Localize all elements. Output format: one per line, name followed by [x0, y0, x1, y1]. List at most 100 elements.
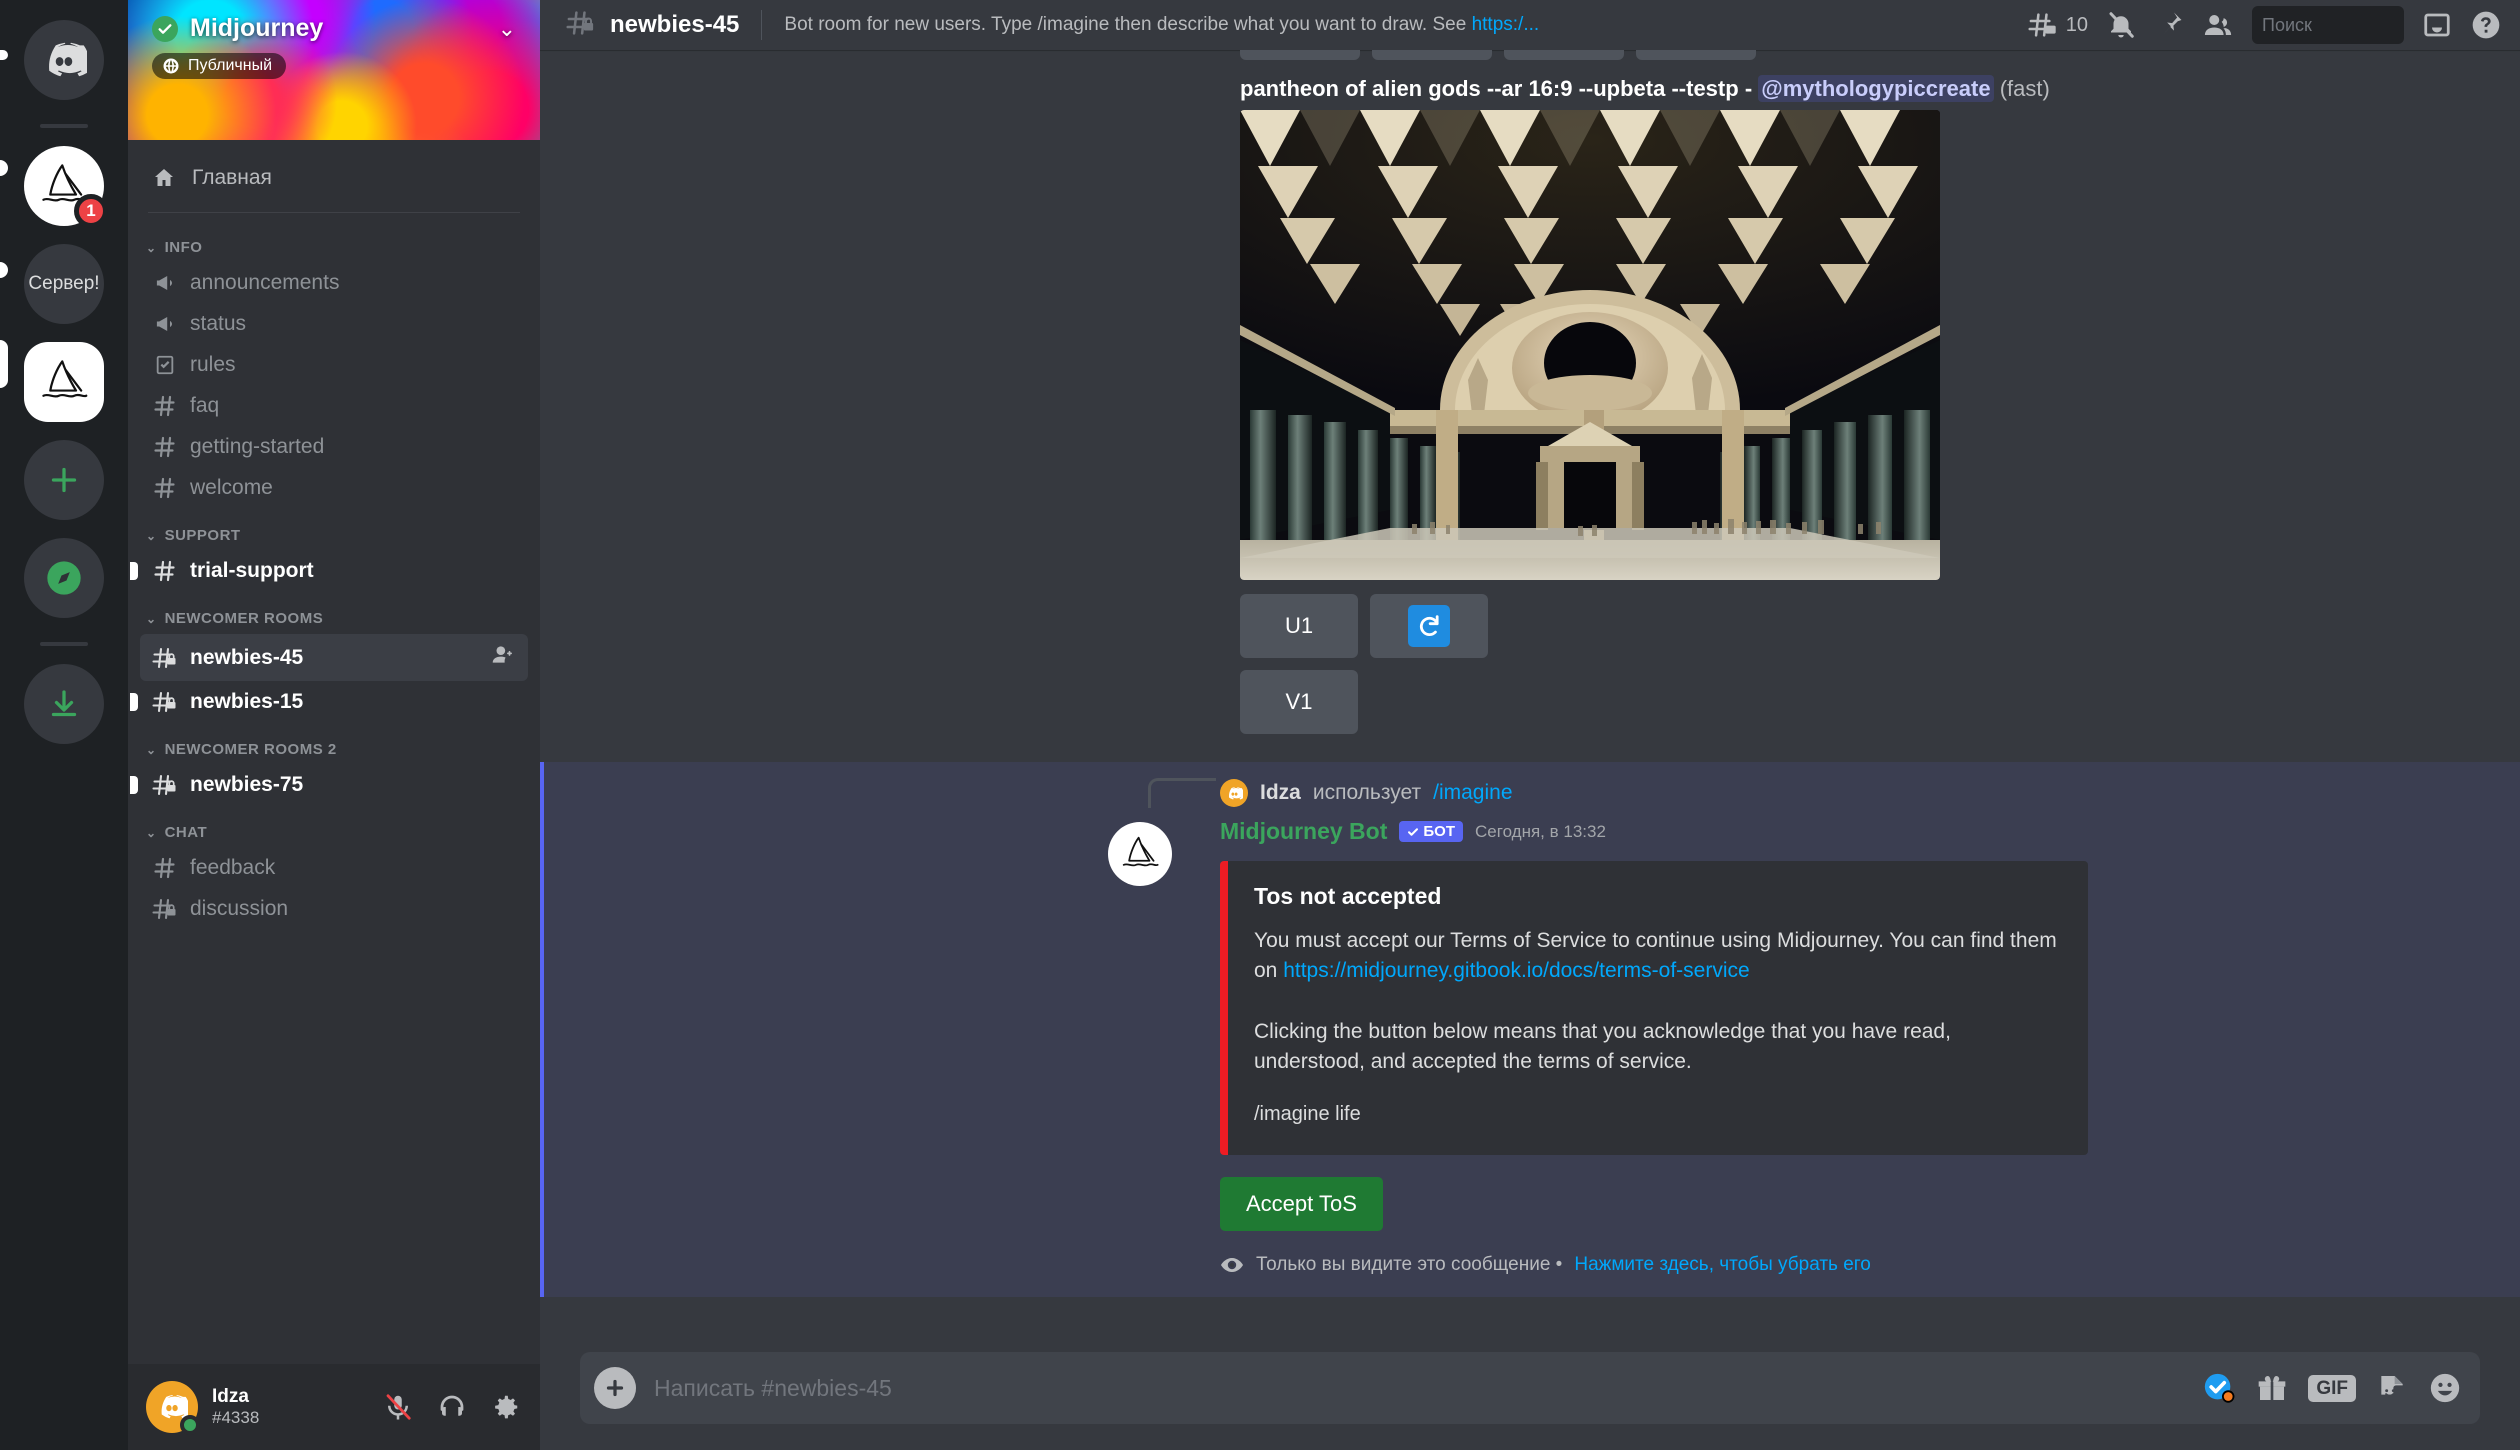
sidebar-item-getting-started[interactable]: getting-started — [140, 427, 528, 467]
sticker-icon[interactable] — [2376, 1372, 2408, 1404]
rail-item-download-apps[interactable] — [24, 664, 104, 744]
unread-indicator — [130, 693, 138, 711]
generated-image[interactable] — [1240, 110, 1940, 580]
sidebar-item-trial-support[interactable]: trial-support — [130, 551, 528, 591]
member-list-icon[interactable] — [2202, 10, 2234, 40]
generation-prompt: pantheon of alien gods --ar 16:9 --upbet… — [540, 60, 2520, 110]
composer-box[interactable]: GIF — [580, 1352, 2480, 1424]
plus-icon — [606, 1379, 624, 1397]
rail-item-explore-servers[interactable] — [24, 538, 104, 618]
rail-divider-2 — [40, 642, 88, 646]
user-identity[interactable]: Idza #4338 — [212, 1386, 259, 1427]
upscale-u1-button[interactable]: U1 — [1240, 594, 1358, 658]
dismiss-message-link[interactable]: Нажмите здесь, чтобы убрать его — [1574, 1254, 1871, 1276]
sidebar-item-feedback[interactable]: feedback — [140, 848, 528, 888]
channel-name: trial-support — [190, 559, 314, 582]
gift-icon[interactable] — [2256, 1372, 2288, 1404]
emoji-icon[interactable] — [2428, 1371, 2462, 1405]
message-list[interactable]: pantheon of alien gods --ar 16:9 --upbet… — [540, 50, 2520, 1336]
discord-logo-icon — [49, 42, 87, 77]
gif-icon[interactable]: GIF — [2308, 1374, 2356, 1402]
command-context: Idza использует /imagine — [544, 776, 2520, 810]
topic-link[interactable]: https:/... — [1472, 14, 1540, 35]
bot-name[interactable]: Midjourney Bot — [1220, 818, 1387, 845]
deafen-icon[interactable] — [430, 1385, 474, 1429]
sidebar-item-faq[interactable]: faq — [140, 386, 528, 426]
prompt-text: pantheon of alien gods --ar 16:9 --upbet… — [1240, 76, 1739, 101]
rail-pill-indicator — [0, 50, 8, 60]
public-label: Публичный — [188, 57, 273, 74]
hash-lock-icon — [152, 646, 178, 670]
threads-icon[interactable]: 10 — [2028, 11, 2088, 39]
search-field[interactable] — [2262, 14, 2494, 36]
sidebar-item-discussion[interactable]: discussion — [140, 889, 528, 929]
sidebar-item-newbies-45[interactable]: newbies-45 — [140, 634, 528, 681]
category-chat[interactable]: ⌄ CHAT — [128, 806, 540, 847]
mute-icon[interactable] — [376, 1385, 420, 1429]
category-support[interactable]: ⌄ SUPPORT — [128, 509, 540, 550]
server-header[interactable]: Midjourney ⌄ — [128, 0, 540, 43]
avatar[interactable] — [146, 1381, 200, 1435]
category-newcomer-rooms-2[interactable]: ⌄ NEWCOMER ROOMS 2 — [128, 723, 540, 764]
inbox-icon[interactable] — [2422, 10, 2452, 40]
avatar — [1220, 779, 1248, 807]
chevron-down-icon[interactable]: ⌄ — [498, 16, 516, 42]
help-icon[interactable] — [2470, 9, 2502, 41]
button-row-2: V1 — [1240, 670, 2520, 734]
sticker-icon — [2381, 1376, 2403, 1397]
hash-lock-icon — [566, 9, 596, 42]
search-input[interactable] — [2252, 6, 2494, 44]
settings-icon[interactable] — [484, 1385, 528, 1429]
add-member-icon[interactable] — [490, 642, 516, 673]
topic-text: Bot room for new users. Type /imagine th… — [784, 14, 1472, 35]
sidebar-home-label: Главная — [192, 166, 272, 189]
attach-button[interactable] — [594, 1367, 636, 1409]
reroll-button[interactable] — [1370, 594, 1488, 658]
chevron-down-icon: ⌄ — [146, 240, 157, 255]
sidebar-item-newbies-75[interactable]: newbies-75 — [130, 765, 528, 805]
hash-lock-icon — [152, 773, 178, 797]
rail-item-add-server[interactable] — [24, 440, 104, 520]
unread-indicator — [130, 776, 138, 794]
nitro-gift-icon[interactable] — [2202, 1371, 2236, 1405]
sailboat-icon — [42, 360, 88, 398]
mention[interactable]: @mythologypiccreate — [1758, 75, 1994, 102]
rail-pill-unread-2 — [0, 262, 8, 278]
embed-paragraph-3: /imagine life — [1254, 1102, 1361, 1125]
chevron-down-icon: ⌄ — [146, 742, 157, 757]
user-controls — [376, 1385, 528, 1429]
rail-pill-active — [0, 340, 8, 388]
rail-item-discord-home[interactable] — [24, 20, 104, 100]
channel-topic[interactable]: Bot room for new users. Type /imagine th… — [784, 14, 1539, 36]
sidebar-item-welcome[interactable]: welcome — [140, 468, 528, 508]
server-rail: 1 Сервер! — [0, 0, 128, 1450]
variation-v1-button[interactable]: V1 — [1240, 670, 1358, 734]
rail-item-midjourney-active[interactable] — [24, 342, 104, 422]
category-info[interactable]: ⌄ INFO — [128, 221, 540, 262]
command-user: Idza — [1260, 781, 1301, 804]
message-input[interactable] — [654, 1374, 2185, 1402]
sidebar-item-announcements[interactable]: announcements — [140, 263, 528, 303]
sidebar-item-status[interactable]: status — [140, 304, 528, 344]
rail-item-midjourney-1[interactable]: 1 — [24, 146, 108, 228]
user-panel: Idza #4338 — [128, 1364, 540, 1450]
announcement-icon — [152, 312, 178, 336]
avatar[interactable] — [1108, 822, 1172, 886]
message-header: Midjourney Bot БОТ Сегодня, в 13:32 — [1220, 818, 2480, 845]
sidebar-item-rules[interactable]: rules — [140, 345, 528, 385]
tos-link[interactable]: https://midjourney.gitbook.io/docs/terms… — [1283, 959, 1749, 982]
command-name[interactable]: /imagine — [1433, 781, 1512, 805]
category-label: NEWCOMER ROOMS — [164, 610, 324, 627]
sidebar-item-newbies-15[interactable]: newbies-15 — [130, 682, 528, 722]
accept-tos-button[interactable]: Accept ToS — [1220, 1176, 1383, 1231]
pinned-messages-icon[interactable] — [2154, 10, 2184, 40]
notifications-off-icon[interactable] — [2106, 10, 2136, 40]
threads-count: 10 — [2065, 13, 2088, 36]
refresh-icon — [1408, 605, 1450, 647]
composer-actions: GIF — [2202, 1371, 2462, 1405]
sidebar-item-home[interactable]: Главная — [140, 156, 528, 200]
category-label: NEWCOMER ROOMS 2 — [164, 741, 337, 758]
rail-divider-1 — [40, 124, 88, 128]
category-newcomer-rooms[interactable]: ⌄ NEWCOMER ROOMS — [128, 592, 540, 633]
rail-item-server-folder[interactable]: Сервер! — [24, 244, 104, 324]
